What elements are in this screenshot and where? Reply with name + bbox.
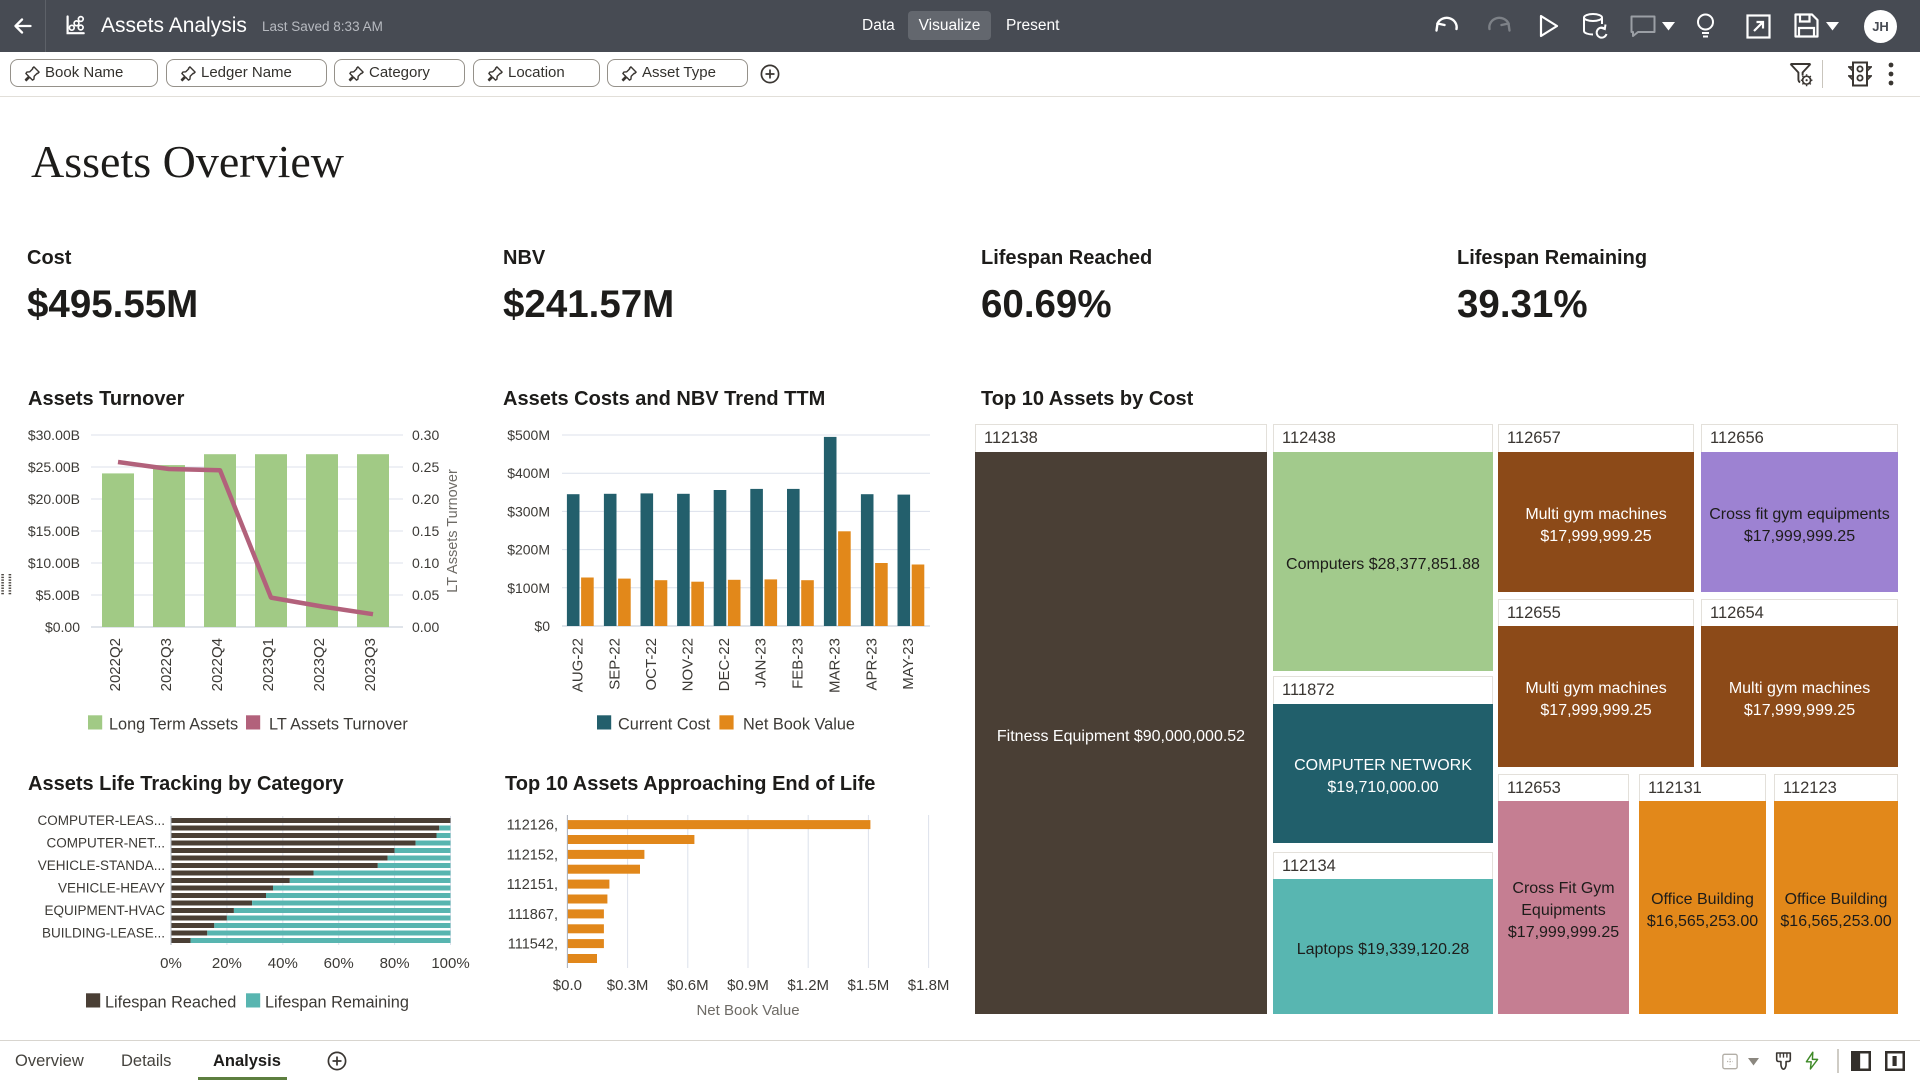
svg-text:2023Q1: 2023Q1 xyxy=(260,638,277,691)
svg-text:$300M: $300M xyxy=(507,503,550,519)
svg-text:$30.00B: $30.00B xyxy=(28,427,80,443)
svg-text:0.15: 0.15 xyxy=(412,523,439,539)
svg-text:0.10: 0.10 xyxy=(412,555,439,571)
svg-text:2023Q2: 2023Q2 xyxy=(311,638,328,691)
svg-text:FEB-23: FEB-23 xyxy=(789,638,806,689)
svg-text:Lifespan Remaining: Lifespan Remaining xyxy=(265,994,409,1012)
svg-text:100%: 100% xyxy=(431,955,469,972)
svg-text:112126,: 112126, xyxy=(507,818,558,834)
svg-text:0.25: 0.25 xyxy=(412,459,439,475)
svg-text:$5.00B: $5.00B xyxy=(36,587,80,603)
svg-text:LT Assets Turnover: LT Assets Turnover xyxy=(445,469,461,593)
svg-text:$1.5M: $1.5M xyxy=(848,977,890,994)
svg-text:$1.8M: $1.8M xyxy=(908,977,950,994)
svg-text:111542,: 111542, xyxy=(508,937,558,953)
svg-text:40%: 40% xyxy=(268,955,298,972)
svg-text:Current Cost: Current Cost xyxy=(618,716,711,734)
svg-text:SEP-22: SEP-22 xyxy=(606,638,623,690)
svg-text:$500M: $500M xyxy=(507,427,550,443)
svg-text:DEC-22: DEC-22 xyxy=(716,638,733,691)
svg-text:112151,: 112151, xyxy=(507,877,558,893)
svg-text:$20.00B: $20.00B xyxy=(28,491,80,507)
svg-text:LT Assets Turnover: LT Assets Turnover xyxy=(269,716,408,734)
svg-text:0%: 0% xyxy=(160,955,182,972)
svg-text:$400M: $400M xyxy=(507,465,550,481)
svg-text:VEHICLE-HEAVY: VEHICLE-HEAVY xyxy=(58,881,165,896)
svg-text:$200M: $200M xyxy=(507,542,550,558)
svg-text:112152,: 112152, xyxy=(507,847,558,863)
svg-text:2022Q2: 2022Q2 xyxy=(107,638,124,691)
svg-text:0.20: 0.20 xyxy=(412,491,439,507)
svg-text:Net Book Value: Net Book Value xyxy=(696,1002,799,1019)
svg-text:VEHICLE-STANDA...: VEHICLE-STANDA... xyxy=(38,858,165,873)
svg-text:$0.6M: $0.6M xyxy=(667,977,709,994)
svg-text:$25.00B: $25.00B xyxy=(28,459,80,475)
svg-text:MAR-23: MAR-23 xyxy=(826,638,843,693)
svg-text:$100M: $100M xyxy=(507,580,550,596)
svg-text:COMPUTER-NET...: COMPUTER-NET... xyxy=(46,836,165,851)
svg-text:80%: 80% xyxy=(380,955,410,972)
svg-text:2022Q4: 2022Q4 xyxy=(209,638,226,691)
svg-text:$15.00B: $15.00B xyxy=(28,523,80,539)
svg-text:$0.0: $0.0 xyxy=(553,977,582,994)
svg-text:$0.9M: $0.9M xyxy=(727,977,769,994)
svg-text:2022Q3: 2022Q3 xyxy=(158,638,175,691)
svg-text:Lifespan Reached: Lifespan Reached xyxy=(105,994,236,1012)
svg-text:Net Book Value: Net Book Value xyxy=(743,716,855,734)
svg-text:0.30: 0.30 xyxy=(412,427,439,443)
svg-text:0.00: 0.00 xyxy=(412,619,439,635)
svg-text:EQUIPMENT-HVAC: EQUIPMENT-HVAC xyxy=(44,903,165,918)
svg-text:111867,: 111867, xyxy=(508,907,558,923)
svg-text:BUILDING-LEASE...: BUILDING-LEASE... xyxy=(42,926,165,941)
svg-text:$0.3M: $0.3M xyxy=(607,977,649,994)
svg-text:$10.00B: $10.00B xyxy=(28,555,80,571)
svg-text:0.05: 0.05 xyxy=(412,587,439,603)
svg-text:$1.2M: $1.2M xyxy=(787,977,829,994)
svg-text:Long Term Assets: Long Term Assets xyxy=(109,716,238,734)
svg-text:$0.00: $0.00 xyxy=(45,619,80,635)
svg-text:20%: 20% xyxy=(212,955,242,972)
svg-text:APR-23: APR-23 xyxy=(863,638,880,691)
svg-text:MAY-23: MAY-23 xyxy=(900,638,917,690)
svg-text:2023Q3: 2023Q3 xyxy=(362,638,379,691)
svg-text:AUG-22: AUG-22 xyxy=(569,638,586,692)
svg-text:JAN-23: JAN-23 xyxy=(753,638,770,688)
svg-text:$0: $0 xyxy=(534,618,550,634)
svg-text:60%: 60% xyxy=(324,955,354,972)
svg-text:OCT-22: OCT-22 xyxy=(643,638,660,691)
svg-text:NOV-22: NOV-22 xyxy=(680,638,697,691)
svg-text:COMPUTER-LEAS...: COMPUTER-LEAS... xyxy=(37,813,165,828)
